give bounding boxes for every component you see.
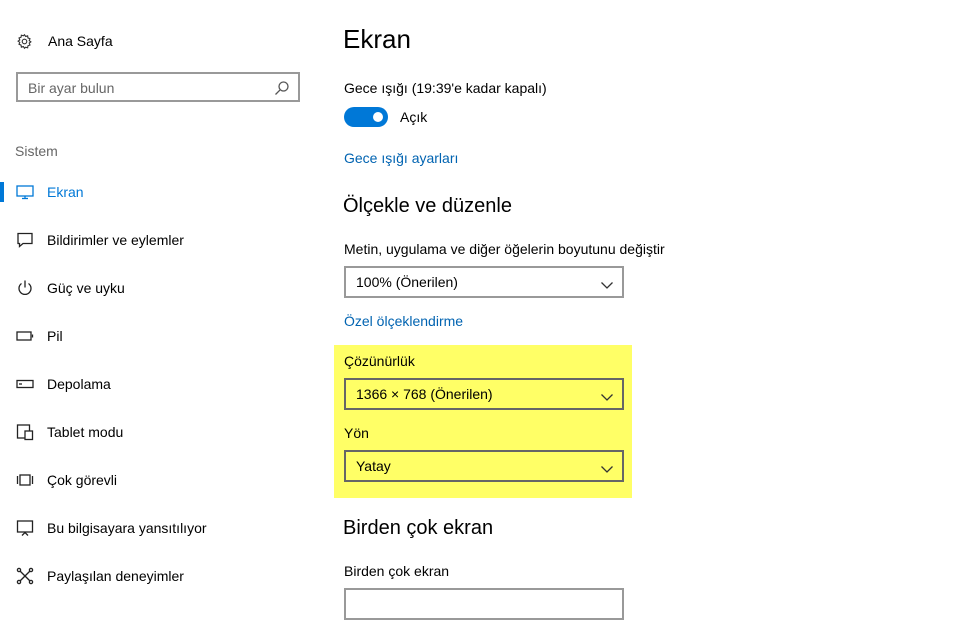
project-icon [16, 519, 34, 537]
monitor-icon [16, 183, 34, 201]
sidebar-item-label: Çok görevli [47, 472, 118, 488]
sidebar-item-battery[interactable]: Pil [0, 319, 320, 353]
active-indicator [0, 182, 4, 202]
sidebar-item-notifications[interactable]: Bildirimler ve eylemler [0, 223, 320, 257]
chevron-down-icon [600, 277, 614, 289]
sidebar: Ana Sayfa Sistem Ekran Bildiriml [0, 0, 320, 600]
multi-display-heading: Birden çok ekran [343, 517, 494, 539]
night-light-settings-link[interactable]: Gece ışığı ayarları [344, 150, 458, 166]
sidebar-item-tablet[interactable]: Tablet modu [0, 415, 320, 449]
sidebar-item-label: Bildirimler ve eylemler [47, 232, 184, 248]
custom-scaling-link[interactable]: Özel ölçeklendirme [344, 313, 463, 329]
orientation-label: Yön [344, 425, 369, 441]
sidebar-item-label: Pil [47, 328, 63, 344]
scale-size-label: Metin, uygulama ve diğer öğelerin boyutu… [344, 241, 665, 257]
section-title: Sistem [15, 143, 58, 159]
highlight-box: Çözünürlük 1366 × 768 (Önerilen) Yön Yat… [334, 345, 632, 498]
sidebar-item-label: Depolama [47, 376, 111, 392]
night-light-toggle[interactable] [344, 107, 388, 127]
sidebar-item-label: Paylaşılan deneyimler [47, 568, 184, 584]
multi-display-label: Birden çok ekran [344, 563, 450, 579]
orientation-value: Yatay [356, 458, 391, 474]
battery-icon [16, 327, 34, 345]
sidebar-item-shared[interactable]: Paylaşılan deneyimler [0, 559, 320, 593]
tablet-icon [16, 423, 34, 441]
sidebar-item-storage[interactable]: Depolama [0, 367, 320, 401]
main-content: Ekran Gece ışığı (19:39'e kadar kapalı) … [334, 0, 964, 620]
sidebar-item-power[interactable]: Güç ve uyku [0, 271, 320, 305]
search-input[interactable] [28, 79, 268, 97]
sidebar-item-label: Güç ve uyku [47, 280, 125, 296]
search-icon[interactable] [274, 80, 290, 96]
gear-icon [15, 32, 33, 50]
scale-value: 100% (Önerilen) [356, 274, 458, 290]
toggle-state-label: Açık [400, 109, 428, 125]
share-icon [16, 567, 34, 585]
sidebar-item-label: Tablet modu [47, 424, 124, 440]
sidebar-item-display[interactable]: Ekran [0, 175, 320, 209]
search-box[interactable] [16, 72, 300, 102]
sidebar-item-label: Bu bilgisayara yansıtılıyor [47, 520, 207, 536]
sidebar-item-multitask[interactable]: Çok görevli [0, 463, 320, 497]
resolution-value: 1366 × 768 (Önerilen) [356, 386, 493, 402]
power-icon [16, 279, 34, 297]
sidebar-item-label: Ekran [47, 184, 84, 200]
chevron-down-icon [600, 389, 614, 401]
multi-display-dropdown[interactable] [344, 588, 624, 620]
message-icon [16, 231, 34, 249]
multitask-icon [16, 471, 34, 489]
orientation-dropdown[interactable]: Yatay [344, 450, 624, 482]
resolution-dropdown[interactable]: 1366 × 768 (Önerilen) [344, 378, 624, 410]
resolution-label: Çözünürlük [344, 353, 415, 369]
chevron-down-icon [600, 461, 614, 473]
home-link[interactable]: Ana Sayfa [15, 30, 113, 52]
scale-section-heading: Ölçekle ve düzenle [343, 195, 512, 217]
scale-dropdown[interactable]: 100% (Önerilen) [344, 266, 624, 298]
night-light-label: Gece ışığı (19:39'e kadar kapalı) [344, 80, 547, 96]
home-label: Ana Sayfa [48, 33, 113, 49]
page-title: Ekran [343, 24, 411, 54]
storage-icon [16, 375, 34, 393]
sidebar-item-projecting[interactable]: Bu bilgisayara yansıtılıyor [0, 511, 320, 545]
toggle-knob [373, 112, 383, 122]
